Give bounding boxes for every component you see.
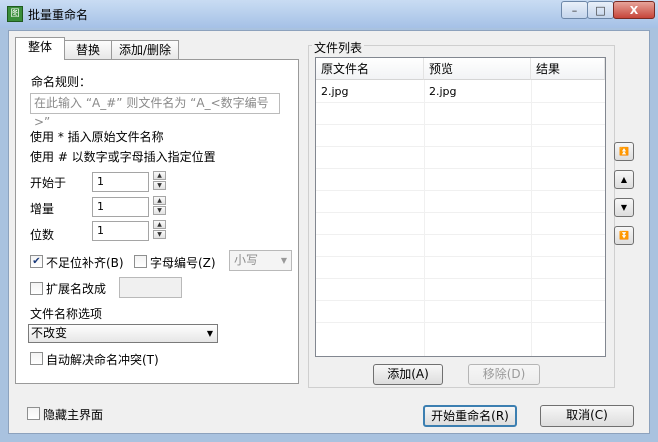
row-divider	[316, 146, 605, 147]
close-button[interactable]: X	[613, 1, 655, 19]
chevron-down-icon: ▼	[206, 329, 213, 338]
app-icon: 图	[7, 6, 23, 22]
start-input[interactable]: 1	[92, 172, 149, 192]
letter-label: 字母编号(Z)	[150, 256, 216, 270]
ext-input[interactable]	[119, 277, 182, 298]
dialog-body: 整体 替换 添加/删除 命名规则： 在此输入 “A_#” 则文件名为 “A_<数…	[8, 30, 650, 434]
hide-main-label: 隐藏主界面	[43, 408, 104, 422]
minimize-button[interactable]: –	[561, 1, 588, 19]
cell-preview[interactable]: 2.jpg	[424, 85, 457, 98]
ext-label: 扩展名改成	[46, 282, 107, 296]
letter-checkbox[interactable]	[134, 255, 147, 268]
move-down-icon[interactable]: ▼	[614, 198, 634, 217]
row-divider	[316, 168, 605, 169]
title-bar[interactable]: 图 批量重命名 – □ X	[0, 0, 658, 28]
move-top-icon[interactable]: ⏫	[614, 142, 634, 161]
remove-button[interactable]: 移除(D)	[468, 364, 540, 385]
row-divider	[316, 278, 605, 279]
name-option-select[interactable]: 不改变 ▼	[28, 324, 218, 343]
row-divider	[316, 212, 605, 213]
case-select[interactable]: 小写 ▼	[229, 250, 292, 271]
tab-replace[interactable]: 替换	[64, 40, 112, 60]
cancel-button[interactable]: 取消(C)	[540, 405, 634, 427]
row-divider	[316, 322, 605, 323]
hide-main-checkbox[interactable]	[27, 407, 40, 420]
pad-label: 不足位补齐(B)	[46, 256, 124, 270]
hint-star: 使用 * 插入原始文件名称	[30, 130, 164, 144]
maximize-button[interactable]: □	[587, 1, 614, 19]
start-spin-up-icon[interactable]: ▲	[153, 171, 166, 180]
row-divider	[316, 102, 605, 103]
auto-resolve-checkbox[interactable]	[30, 352, 43, 365]
digits-spin-up-icon[interactable]: ▲	[153, 220, 166, 229]
move-up-icon[interactable]: ▲	[614, 170, 634, 189]
add-button[interactable]: 添加(A)	[373, 364, 443, 385]
name-option-label: 文件名称选项	[30, 307, 103, 321]
column-divider	[424, 80, 425, 356]
row-divider	[316, 190, 605, 191]
tab-whole[interactable]: 整体	[15, 37, 65, 60]
row-divider	[316, 124, 605, 125]
row-divider	[316, 256, 605, 257]
step-label: 增量	[30, 202, 55, 216]
case-value: 小写	[234, 253, 259, 267]
column-original[interactable]: 原文件名	[316, 58, 424, 80]
move-bottom-icon[interactable]: ⏬	[614, 226, 634, 245]
digits-input[interactable]: 1	[92, 221, 149, 241]
step-spin-down-icon[interactable]: ▼	[153, 206, 166, 215]
row-divider	[316, 234, 605, 235]
auto-resolve-label: 自动解决命名冲突(T)	[46, 353, 159, 367]
digits-label: 位数	[30, 228, 55, 242]
window-title: 批量重命名	[28, 8, 89, 22]
hint-hash: 使用 # 以数字或字母插入指定位置	[30, 150, 216, 164]
column-divider	[531, 80, 532, 356]
tab-add-delete[interactable]: 添加/删除	[111, 40, 179, 60]
file-list-title: 文件列表	[312, 39, 365, 56]
ext-checkbox[interactable]	[30, 282, 43, 295]
file-table[interactable]: 原文件名 预览 结果 2.jpg 2.jpg	[315, 57, 606, 357]
column-preview[interactable]: 预览	[424, 58, 531, 80]
column-result[interactable]: 结果	[531, 58, 605, 80]
pad-checkbox[interactable]: ✔	[30, 255, 43, 268]
start-label: 开始于	[30, 176, 67, 190]
digits-spin-down-icon[interactable]: ▼	[153, 230, 166, 239]
start-rename-button[interactable]: 开始重命名(R)	[423, 405, 517, 427]
chevron-down-icon: ▼	[280, 256, 287, 265]
window: 图 批量重命名 – □ X 整体 替换 添加/删除 命名规则： 在此输入 “A_…	[0, 0, 658, 442]
step-input[interactable]: 1	[92, 197, 149, 217]
step-spin-up-icon[interactable]: ▲	[153, 196, 166, 205]
rule-input[interactable]: 在此输入 “A_#” 则文件名为 “A_<数字编号>”	[30, 93, 280, 129]
tab-panel-whole: 命名规则： 在此输入 “A_#” 则文件名为 “A_<数字编号>” 使用 * 插…	[15, 59, 299, 384]
rule-label: 命名规则：	[31, 75, 92, 89]
row-divider	[316, 300, 605, 301]
start-spin-down-icon[interactable]: ▼	[153, 181, 166, 190]
cell-original[interactable]: 2.jpg	[316, 85, 349, 98]
name-option-value: 不改变	[31, 326, 68, 340]
